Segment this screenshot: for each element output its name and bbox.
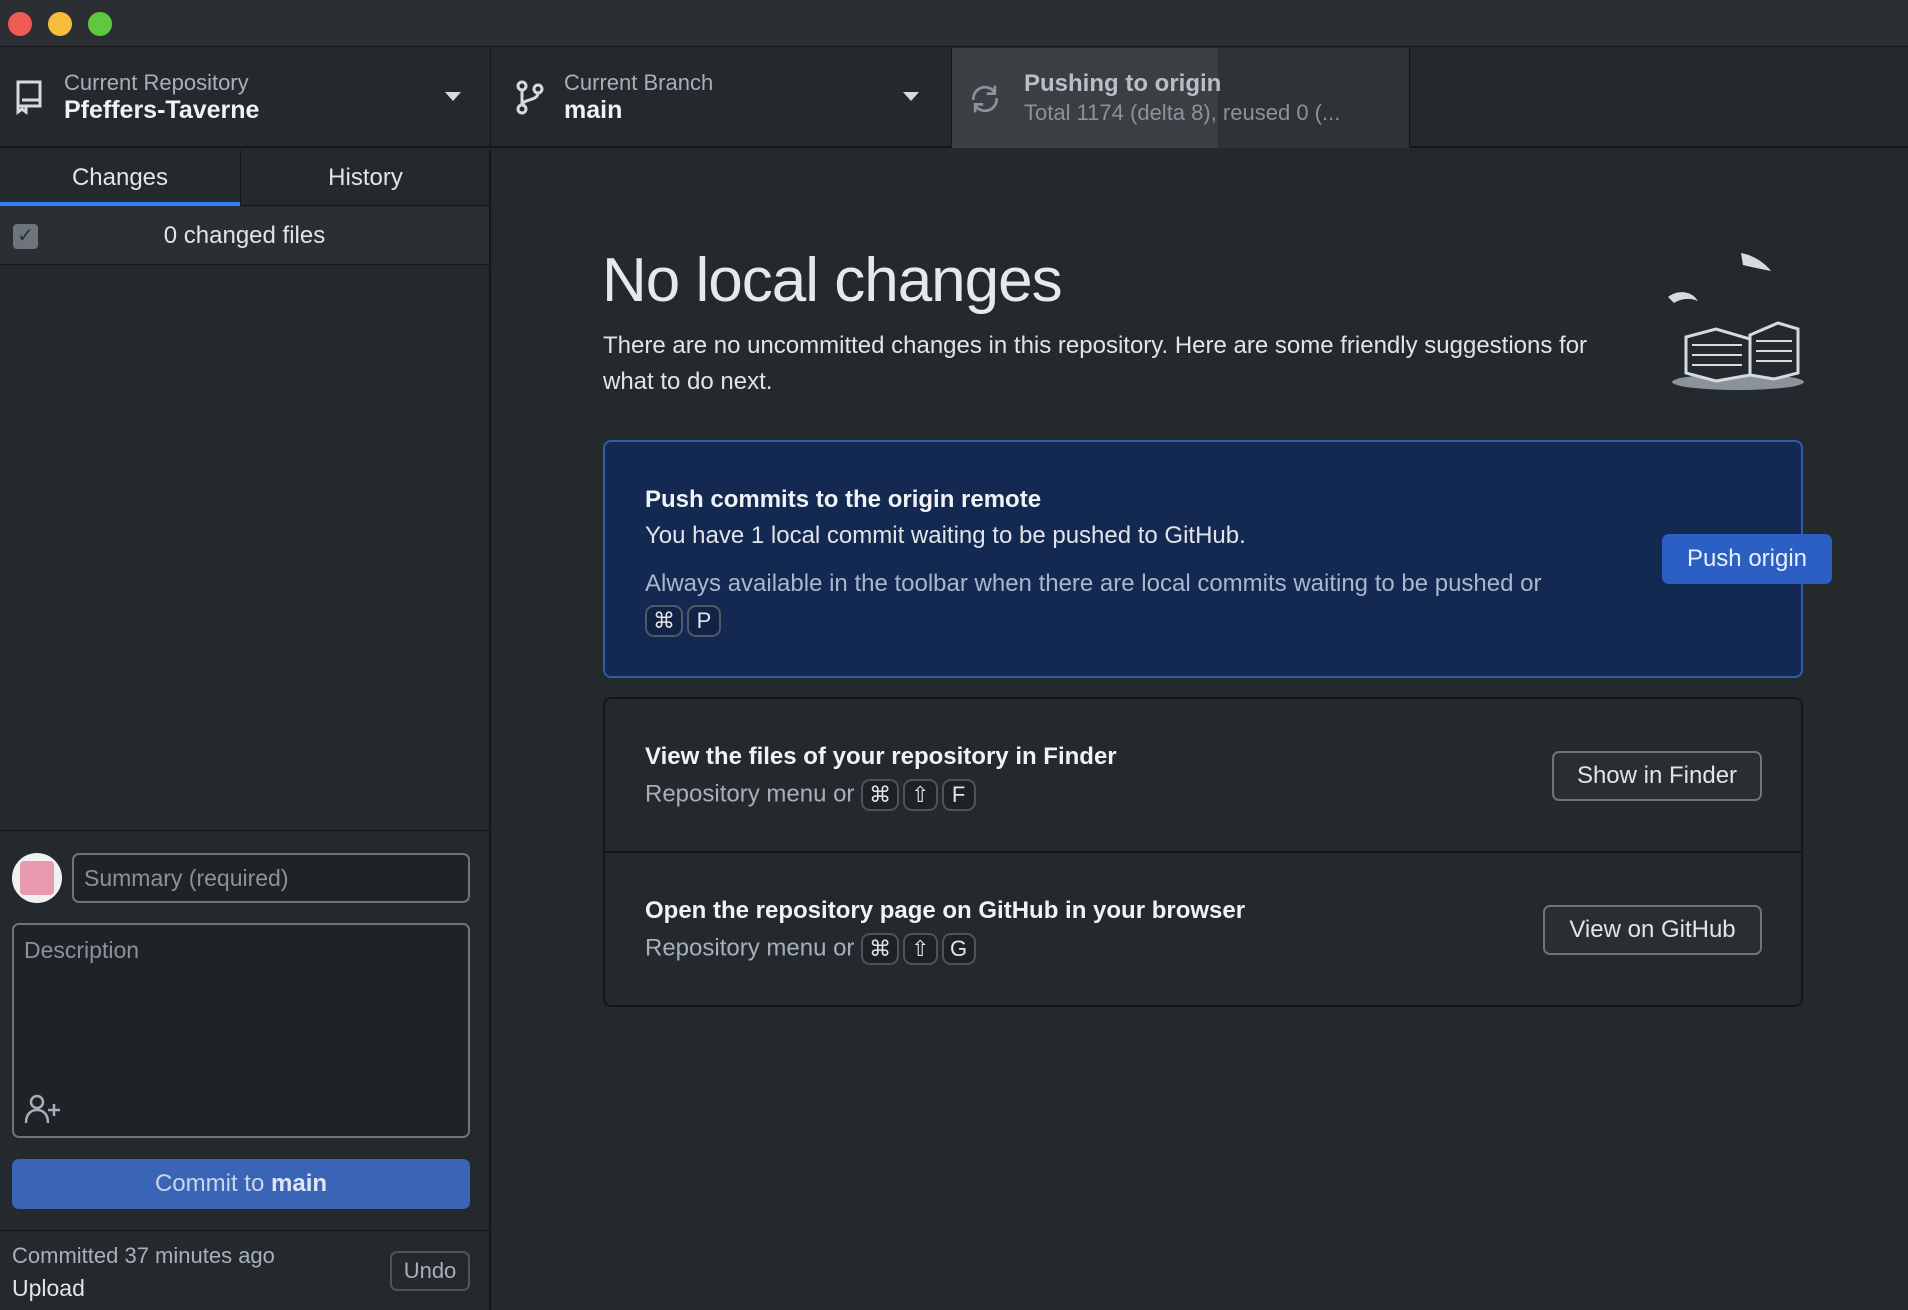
close-window-button[interactable]	[8, 12, 32, 36]
push-origin-button[interactable]: Push origin	[1662, 534, 1832, 584]
command-key: ⌘	[861, 933, 900, 965]
empty-state-illustration	[1668, 253, 1804, 390]
shift-key: ⇧	[903, 933, 938, 965]
f-key: F	[941, 779, 976, 811]
github-row-hint: Repository menu or ⌘ ⇧ G	[645, 933, 980, 965]
commit-form: Description Commit to main	[0, 830, 489, 1230]
current-repository-label: Current Repository	[64, 70, 249, 95]
repo-icon	[16, 80, 42, 115]
github-row-hint-text: Repository menu or	[645, 934, 855, 962]
sidebar: Changes History 0 changed files ✓ Descri…	[0, 150, 491, 1310]
current-branch-label: Current Branch	[564, 70, 714, 95]
window-titlebar	[0, 0, 1908, 47]
select-all-checkbox[interactable]: ✓	[13, 224, 38, 249]
push-card-title: Push commits to the origin remote	[645, 486, 1042, 513]
command-key: ⌘	[645, 604, 683, 637]
push-card-hint: Always available in the toolbar when the…	[645, 566, 1545, 638]
commit-button[interactable]: Commit to main	[12, 1159, 470, 1209]
current-branch-name: main	[564, 96, 623, 124]
last-commit-time: Committed 37 minutes ago	[12, 1243, 275, 1268]
sidebar-tabs: Changes History	[0, 150, 489, 206]
avatar	[12, 853, 62, 903]
list-item: Open the repository page on GitHub in yo…	[605, 853, 1801, 1007]
push-progress-button[interactable]: Pushing to origin Total 1174 (delta 8), …	[952, 48, 1410, 148]
finder-row-hint: Repository menu or ⌘ ⇧ F	[645, 779, 980, 811]
page-title: No local changes	[602, 246, 1063, 315]
page-subtitle: There are no uncommitted changes in this…	[603, 332, 1588, 395]
p-key: P	[687, 604, 721, 637]
add-coauthor-icon[interactable]	[24, 1093, 62, 1125]
chevron-down-icon	[903, 92, 919, 101]
zoom-window-button[interactable]	[88, 12, 112, 36]
push-status-detail: Total 1174 (delta 8), reused 0 (...	[1024, 100, 1341, 125]
changed-files-header: 0 changed files ✓	[0, 207, 489, 265]
last-commit-panel: Committed 37 minutes ago Upload Undo	[0, 1230, 489, 1310]
push-commits-card: Push commits to the origin remote You ha…	[603, 440, 1832, 678]
chevron-down-icon	[445, 92, 461, 101]
commit-description-placeholder: Description	[24, 937, 140, 963]
list-item: View the files of your repository in Fin…	[605, 699, 1801, 853]
shift-key: ⇧	[903, 779, 938, 811]
suggestions-list: View the files of your repository in Fin…	[603, 697, 1803, 1007]
sync-icon	[972, 85, 998, 113]
tab-history[interactable]: History	[240, 150, 490, 206]
command-key: ⌘	[861, 779, 900, 811]
last-commit-message: Upload	[12, 1275, 85, 1301]
push-card-hint-text: Always available in the toolbar when the…	[645, 570, 1542, 597]
view-on-github-button[interactable]: View on GitHub	[1543, 905, 1762, 955]
toolbar: Current Repository Pfeffers-Taverne Curr…	[0, 48, 1908, 148]
finder-row-title: View the files of your repository in Fin…	[645, 743, 1117, 770]
g-key: G	[941, 933, 976, 965]
current-branch-button[interactable]: Current Branch main	[491, 48, 952, 148]
commit-description-input[interactable]: Description	[12, 923, 470, 1138]
minimize-window-button[interactable]	[48, 12, 72, 36]
branch-icon	[516, 80, 544, 115]
commit-button-prefix: Commit to	[154, 1170, 265, 1197]
push-status-title: Pushing to origin	[1024, 70, 1222, 97]
changed-files-count: 0 changed files	[163, 222, 326, 249]
show-in-finder-button[interactable]: Show in Finder	[1552, 751, 1762, 801]
current-repository-name: Pfeffers-Taverne	[64, 96, 260, 124]
commit-button-branch: main	[271, 1170, 328, 1197]
current-repository-button[interactable]: Current Repository Pfeffers-Taverne	[0, 48, 491, 148]
commit-summary-input[interactable]	[72, 853, 470, 903]
main-content: No local changes There are no uncommitte…	[493, 150, 1908, 1310]
tab-changes[interactable]: Changes	[0, 150, 240, 206]
github-row-title: Open the repository page on GitHub in yo…	[645, 897, 1246, 924]
undo-button[interactable]: Undo	[390, 1251, 470, 1291]
finder-row-hint-text: Repository menu or	[645, 780, 855, 808]
push-card-description: You have 1 local commit waiting to be pu…	[645, 522, 1246, 549]
